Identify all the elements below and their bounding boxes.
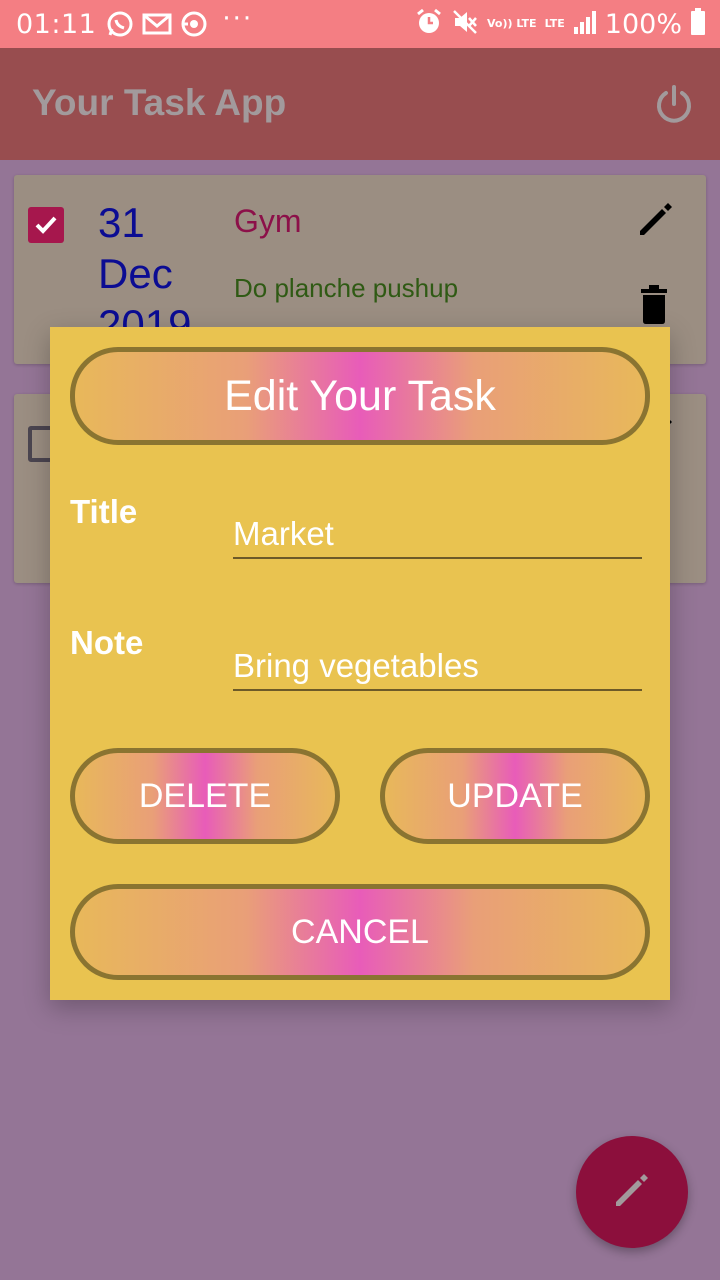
more-notifications-icon: ··· — [222, 4, 254, 34]
lte-icon: LTE — [544, 17, 565, 30]
note-label: Note — [70, 624, 144, 661]
power-icon[interactable] — [654, 84, 694, 124]
status-time: 01:11 — [16, 8, 97, 40]
task-checkbox[interactable] — [28, 207, 64, 243]
note-input[interactable]: Bring vegetables — [233, 643, 642, 691]
app-bar: Your Task App — [0, 48, 720, 160]
battery-icon — [690, 8, 706, 40]
status-bar: 01:11 ··· Vo)) LTE LTE 100% — [0, 0, 720, 48]
dialog-title: Edit Your Task — [70, 347, 650, 445]
signal-icon — [573, 9, 597, 39]
title-label: Title — [70, 493, 138, 530]
delete-icon[interactable] — [638, 285, 670, 325]
task-note: Do planche pushup — [234, 273, 459, 303]
delete-button[interactable]: DELETE — [70, 748, 340, 844]
add-task-fab[interactable] — [576, 1136, 688, 1248]
task-title: Gym — [234, 203, 302, 239]
system-icons: Vo)) LTE LTE 100% — [415, 0, 706, 48]
gmail-icon — [142, 11, 172, 37]
battery-percent: 100% — [604, 8, 682, 40]
notification-icons — [106, 10, 208, 38]
mute-icon — [451, 8, 479, 40]
pencil-icon — [612, 1170, 652, 1215]
alarm-icon — [415, 8, 443, 40]
cancel-button[interactable]: CANCEL — [70, 884, 650, 980]
sync-icon — [180, 10, 208, 38]
edit-icon[interactable] — [636, 199, 676, 239]
edit-task-dialog: Edit Your Task Title Market Note Bring v… — [50, 327, 670, 1000]
volte-icon: Vo)) LTE — [487, 17, 537, 30]
whatsapp-icon — [106, 10, 134, 38]
update-button[interactable]: UPDATE — [380, 748, 650, 844]
title-input[interactable]: Market — [233, 511, 642, 559]
app-title: Your Task App — [32, 82, 287, 123]
